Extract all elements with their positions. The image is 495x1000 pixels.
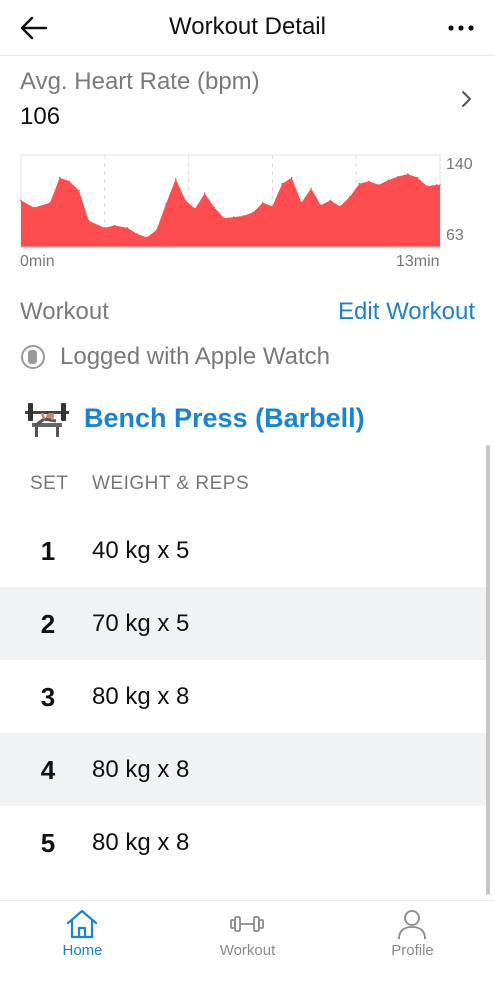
set-weight-reps: 40 kg x 5	[92, 537, 190, 564]
workout-section-title: Workout	[20, 298, 109, 325]
more-options-icon[interactable]	[445, 14, 477, 42]
x-axis-start-label: 0min	[20, 253, 55, 270]
set-weight-reps: 80 kg x 8	[92, 683, 190, 710]
tab-profile[interactable]: Profile	[330, 901, 495, 1000]
heart-rate-point	[20, 199, 22, 202]
set-row: 2 70 kg x 5	[0, 587, 488, 660]
heart-rate-point	[329, 199, 332, 202]
set-row: 3 80 kg x 8	[0, 660, 488, 733]
heart-rate-point	[349, 196, 351, 198]
set-row: 5 80 kg x 8	[0, 806, 488, 879]
y-axis-min-label: 63	[446, 227, 464, 244]
heart-rate-point	[58, 176, 61, 179]
set-number: 4	[40, 755, 56, 785]
heart-rate-point	[319, 204, 322, 206]
top-bar: Workout Detail	[0, 0, 495, 56]
tab-workout-label: Workout	[219, 942, 276, 959]
dumbbell-icon	[230, 916, 264, 932]
logged-with-text: Logged with Apple Watch	[60, 343, 330, 370]
home-icon	[66, 909, 98, 939]
y-axis-max-label: 140	[446, 156, 473, 173]
heart-rate-point	[339, 205, 341, 208]
tab-workout[interactable]: Workout	[165, 901, 330, 1000]
heart-rate-point	[378, 184, 380, 186]
heart-rate-point	[300, 202, 303, 204]
heart-rate-area	[21, 174, 440, 247]
set-number: 1	[40, 536, 56, 566]
heart-rate-point	[87, 219, 90, 222]
heart-rate-point	[113, 224, 116, 227]
edit-workout-link[interactable]: Edit Workout	[338, 298, 475, 326]
chevron-right-icon[interactable]	[459, 88, 475, 110]
heart-rate-point	[252, 211, 254, 214]
heart-rate-point	[290, 176, 293, 179]
set-weight-reps: 70 kg x 5	[92, 610, 190, 637]
heart-rate-point	[145, 236, 148, 239]
bottom-tab-bar: Home Workout Profile	[0, 900, 495, 1000]
heart-rate-point	[436, 184, 438, 186]
tab-profile-label: Profile	[391, 942, 434, 959]
profile-icon	[398, 910, 426, 940]
x-axis-end-label: 13min	[396, 253, 440, 270]
heart-rate-point	[261, 202, 264, 204]
column-header-weight-reps: WEIGHT & REPS	[92, 473, 250, 494]
heart-rate-point	[155, 229, 158, 232]
heart-rate-point	[184, 199, 187, 202]
heart-rate-point	[223, 217, 225, 220]
set-number: 2	[40, 609, 56, 639]
heart-rate-point	[165, 203, 167, 205]
bench-press-icon	[25, 403, 69, 437]
heart-rate-point	[310, 187, 312, 190]
heart-rate-point	[281, 182, 283, 185]
heart-rate-point	[407, 173, 409, 175]
heart-rate-point	[33, 206, 35, 209]
heart-rate-point	[439, 184, 441, 186]
heart-rate-point	[136, 233, 138, 235]
heart-rate-point	[232, 216, 235, 218]
heart-rate-point	[426, 185, 428, 187]
heart-rate-title[interactable]: Avg. Heart Rate (bpm)	[20, 68, 260, 96]
heart-rate-point	[242, 215, 245, 217]
heart-rate-point	[368, 180, 370, 183]
page-title: Workout Detail	[169, 13, 326, 40]
set-row: 1 40 kg x 5	[0, 514, 488, 587]
heart-rate-point	[174, 178, 177, 180]
set-number: 5	[40, 828, 56, 858]
heart-rate-point	[358, 182, 361, 185]
heart-rate-point	[104, 227, 106, 229]
heart-rate-point	[203, 192, 206, 194]
scrollbar[interactable]	[486, 445, 490, 895]
heart-rate-chart: 140 63 0min 13min	[0, 150, 495, 275]
heart-rate-point	[416, 176, 419, 179]
column-header-set: SET	[30, 473, 69, 494]
set-number: 3	[40, 682, 56, 712]
tab-home[interactable]: Home	[0, 901, 165, 1000]
heart-rate-point	[194, 208, 196, 210]
heart-rate-point	[78, 190, 80, 192]
exercise-name[interactable]: Bench Press (Barbell)	[84, 403, 365, 434]
tab-home-label: Home	[62, 942, 103, 959]
heart-rate-point	[397, 175, 399, 178]
heart-rate-point	[68, 180, 71, 183]
heart-rate-point	[271, 205, 274, 208]
set-row: 4 80 kg x 8	[0, 733, 488, 806]
heart-rate-point	[49, 202, 51, 204]
heart-rate-point	[387, 179, 390, 181]
set-weight-reps: 80 kg x 8	[92, 829, 190, 856]
heart-rate-point	[213, 206, 216, 209]
set-weight-reps: 80 kg x 8	[92, 756, 190, 783]
apple-watch-icon	[21, 345, 45, 369]
heart-rate-value: 106	[20, 103, 61, 130]
heart-rate-point	[126, 227, 129, 229]
